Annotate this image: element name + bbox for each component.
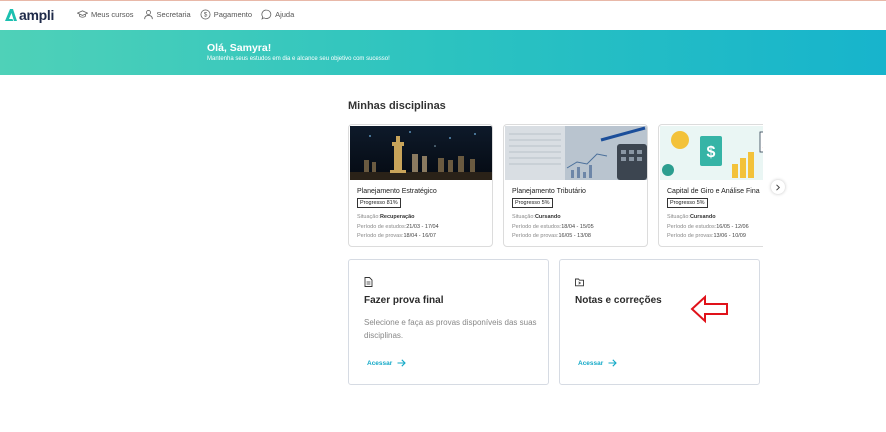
access-link-label: Acessar <box>578 359 604 367</box>
disciplines-title: Minhas disciplinas <box>348 100 446 112</box>
status-line: Situação:Cursando <box>667 214 716 220</box>
chess-pieces-image <box>350 126 492 180</box>
graduation-cap-icon <box>77 10 88 18</box>
status-value: Cursando <box>534 214 561 220</box>
carousel-next-button[interactable] <box>771 180 785 194</box>
money-illustration-image: $ <box>660 126 763 180</box>
disciplines-carousel: Planejamento Estratégico Progresso 81% S… <box>348 124 763 248</box>
exam-period-line: Período de provas:13/06 - 10/09 <box>667 233 746 239</box>
study-period-value: 18/04 - 15/05 <box>561 224 594 230</box>
grades-corrections-title: Notas e correções <box>575 295 662 306</box>
status-value: Cursando <box>689 214 716 220</box>
annotation-arrow-left-icon <box>690 294 728 324</box>
chat-bubble-icon <box>261 9 272 20</box>
nav-item-label: Secretaria <box>156 10 191 19</box>
nav-item-pagamento[interactable]: $ Pagamento <box>200 9 252 20</box>
progress-badge: Progresso 5% <box>667 198 708 208</box>
status-value: Recuperação <box>379 214 415 220</box>
study-period-line: Período de estudos:16/05 - 12/06 <box>667 224 749 230</box>
arrow-right-icon <box>608 359 618 367</box>
exam-period-line: Período de provas:18/04 - 16/07 <box>357 233 436 239</box>
access-link-label: Acessar <box>367 359 393 367</box>
nav-item-meus-cursos[interactable]: Meus cursos <box>77 9 134 20</box>
status-line: Situação:Recuperação <box>357 214 414 220</box>
exam-period-value: 16/05 - 13/08 <box>558 233 591 239</box>
grades-corrections-access-link[interactable]: Acessar <box>578 359 618 367</box>
exam-period-label: Período de provas: <box>512 233 559 239</box>
exam-period-line: Período de provas:16/05 - 13/08 <box>512 233 591 239</box>
status-label: Situação: <box>667 214 690 220</box>
welcome-subtitle: Mantenha seus estudos em dia e alcance s… <box>207 56 390 62</box>
svg-text:$: $ <box>707 144 716 161</box>
nav-item-label: Meus cursos <box>91 10 134 19</box>
discipline-card-planejamento-estrategico[interactable]: Planejamento Estratégico Progresso 81% S… <box>348 124 493 247</box>
logo-text: ampli <box>19 7 55 23</box>
main-nav: Meus cursos Secretaria $ Pagamento Ajuda <box>77 9 303 20</box>
ampli-logo-icon <box>5 9 17 21</box>
discipline-card-capital-de-giro[interactable]: $ Capital de Giro e Análise Fina Progres… <box>658 124 763 247</box>
dollar-circle-icon: $ <box>200 9 211 20</box>
discipline-name: Planejamento Tributário <box>512 188 586 195</box>
exam-period-label: Período de provas: <box>667 233 714 239</box>
svg-text:$: $ <box>203 12 207 19</box>
top-navbar: ampli Meus cursos Secretaria $ Pagamento… <box>0 1 886 29</box>
exam-period-value: 18/04 - 16/07 <box>403 233 436 239</box>
arrow-right-icon <box>397 359 407 367</box>
welcome-banner: Olá, Samyra! Mantenha seus estudos em di… <box>0 30 886 75</box>
study-period-line: Período de estudos:21/03 - 17/04 <box>357 224 439 230</box>
study-period-value: 16/05 - 12/06 <box>716 224 749 230</box>
exam-period-value: 13/06 - 10/09 <box>713 233 746 239</box>
study-period-line: Período de estudos:18/04 - 15/05 <box>512 224 594 230</box>
study-period-label: Período de estudos: <box>357 224 407 230</box>
nav-item-label: Pagamento <box>213 10 253 19</box>
discipline-name: Planejamento Estratégico <box>357 188 437 195</box>
study-period-label: Período de estudos: <box>667 224 717 230</box>
status-label: Situação: <box>512 214 535 220</box>
ampli-logo[interactable]: ampli <box>4 7 54 23</box>
status-label: Situação: <box>357 214 380 220</box>
exam-period-label: Período de provas: <box>357 233 404 239</box>
progress-badge: Progresso 5% <box>512 198 553 208</box>
final-exam-description: Selecione e faça as provas disponíveis d… <box>364 318 537 340</box>
nav-item-ajuda[interactable]: Ajuda <box>261 9 294 20</box>
user-icon <box>143 10 153 20</box>
final-exam-title: Fazer prova final <box>364 295 444 306</box>
final-exam-card[interactable]: Fazer prova final Selecione e faça as pr… <box>348 259 549 385</box>
status-line: Situação:Cursando <box>512 214 561 220</box>
progress-badge: Progresso 81% <box>357 198 401 208</box>
study-period-value: 21/03 - 17/04 <box>406 224 439 230</box>
welcome-title: Olá, Samyra! <box>207 42 272 54</box>
finance-documents-image <box>505 126 647 180</box>
nav-item-label: Ajuda <box>275 10 295 19</box>
discipline-name: Capital de Giro e Análise Fina <box>667 188 760 195</box>
document-icon <box>364 277 373 287</box>
final-exam-access-link[interactable]: Acessar <box>367 359 407 367</box>
nav-item-secretaria[interactable]: Secretaria <box>143 9 191 20</box>
folder-icon <box>575 278 584 287</box>
study-period-label: Período de estudos: <box>512 224 562 230</box>
discipline-card-planejamento-tributario[interactable]: Planejamento Tributário Progresso 5% Sit… <box>503 124 648 247</box>
chevron-right-icon <box>776 183 781 191</box>
